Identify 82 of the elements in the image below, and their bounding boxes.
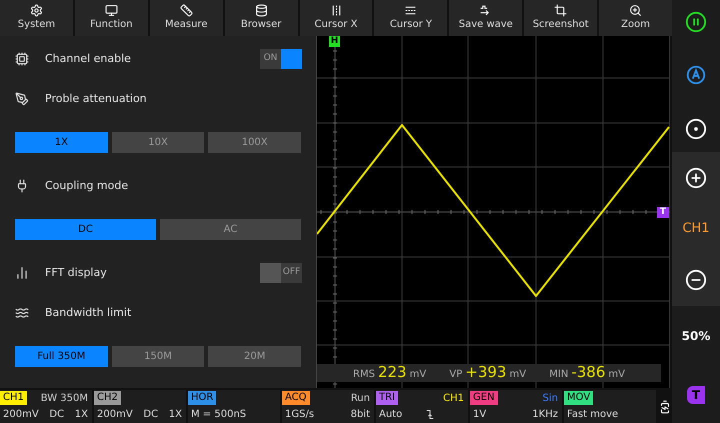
- status-segment[interactable]: CH1 BW 350M 200mV DC 1X: [0, 390, 92, 423]
- trigger-level-button[interactable]: 50%: [682, 327, 710, 345]
- status-info: BW 350M: [40, 392, 88, 406]
- status-value: DC: [49, 408, 64, 422]
- measure-value: 223: [378, 364, 407, 381]
- measure-unit: mV: [608, 368, 625, 382]
- setting-label: Bandwidth limit: [45, 304, 132, 321]
- plug-icon: [15, 179, 29, 193]
- status-value: 1KHz: [532, 408, 558, 422]
- settings-icon: [30, 4, 43, 17]
- status-info: Sin: [542, 392, 558, 406]
- menu-button[interactable]: Cursor Y: [374, 0, 448, 36]
- vertical-lines-icon: [330, 4, 342, 17]
- toggle-switch[interactable]: OFF: [260, 263, 302, 283]
- measure-value: +393: [465, 364, 506, 381]
- trigger-marker: T: [657, 207, 669, 218]
- bars-icon: [15, 266, 29, 280]
- status-value: 1X: [74, 408, 88, 422]
- database-icon: [254, 4, 268, 17]
- crop-icon: [554, 4, 568, 17]
- setting-label: Coupling mode: [45, 178, 128, 194]
- status-segment[interactable]: HOR M = 500nS: [188, 390, 280, 423]
- minus-icon[interactable]: [685, 268, 707, 291]
- status-tag: TRI: [376, 391, 398, 405]
- status-value: 1V: [473, 408, 486, 422]
- menu-button[interactable]: Function: [74, 0, 148, 36]
- option-button[interactable]: Full 350M: [15, 346, 108, 367]
- auto-icon[interactable]: [685, 64, 707, 86]
- waves-icon: [15, 306, 29, 320]
- status-value: Fast move: [567, 408, 618, 422]
- status-value: M = 500nS: [191, 408, 246, 422]
- measure-unit: mV: [410, 368, 426, 382]
- status-tag: CH2: [94, 391, 121, 405]
- h-marker: H: [329, 36, 340, 47]
- status-tag: MOV: [564, 391, 594, 405]
- menu-button[interactable]: Browser: [224, 0, 298, 36]
- menu-button[interactable]: Measure: [150, 0, 223, 36]
- status-value: DC: [143, 408, 158, 422]
- status-segment[interactable]: TRI CH1 Auto: [376, 390, 468, 423]
- measure-label: RMS: [353, 368, 375, 382]
- menu-button[interactable]: Cursor X: [300, 0, 372, 36]
- status-value: 8bit: [350, 408, 370, 422]
- toggle-switch[interactable]: ON: [260, 49, 302, 69]
- status-value: 200mV: [97, 408, 133, 422]
- setting-label: FFT display: [45, 264, 107, 281]
- option-button[interactable]: DC: [15, 219, 156, 240]
- channel-label[interactable]: CH1: [682, 219, 710, 239]
- menu-button[interactable]: Save wave: [449, 0, 522, 36]
- measure-label: VP: [449, 368, 462, 382]
- measure-value: -386: [571, 364, 606, 381]
- menu-button[interactable]: Screenshot: [524, 0, 598, 36]
- status-value: 1X: [168, 408, 182, 422]
- plus-icon[interactable]: [685, 167, 707, 190]
- status-info: CH1: [443, 392, 464, 406]
- option-button[interactable]: 1X: [15, 132, 108, 153]
- status-segment[interactable]: ACQ Run 1GS/s 8bit: [282, 390, 374, 423]
- setting-label: Proble attenuation: [45, 90, 147, 107]
- setting-label: Channel enable: [45, 50, 131, 67]
- status-info: Run: [350, 392, 370, 406]
- status-tag: GEN: [470, 391, 498, 405]
- status-tag: CH1: [0, 391, 27, 405]
- status-tag: HOR: [188, 391, 216, 405]
- menu-button[interactable]: Zoom: [599, 0, 672, 36]
- status-value: 200mV: [3, 408, 39, 422]
- status-segment[interactable]: GEN Sin 1V 1KHz: [470, 390, 562, 423]
- measure-unit: mV: [509, 368, 526, 382]
- ruler-icon: [180, 4, 193, 17]
- center-icon[interactable]: [685, 118, 707, 140]
- status-segment[interactable]: MOV Fast move: [564, 390, 656, 423]
- status-value: Auto: [379, 408, 402, 422]
- monitor-icon: [104, 4, 118, 17]
- status-tag: ACQ: [282, 391, 310, 405]
- menu-button[interactable]: System: [0, 0, 73, 36]
- trigger-marker[interactable]: T: [686, 386, 706, 404]
- status-value: 1GS/s: [285, 408, 314, 422]
- measure-label: MIN: [549, 368, 568, 382]
- status-segment[interactable]: CH2 200mV DC 1X: [94, 390, 186, 423]
- battery-icon: [658, 400, 672, 414]
- pause-icon[interactable]: [685, 11, 707, 33]
- chip-icon: [15, 52, 29, 66]
- zoom-icon: [629, 4, 642, 17]
- horizontal-lines-icon: [404, 4, 418, 17]
